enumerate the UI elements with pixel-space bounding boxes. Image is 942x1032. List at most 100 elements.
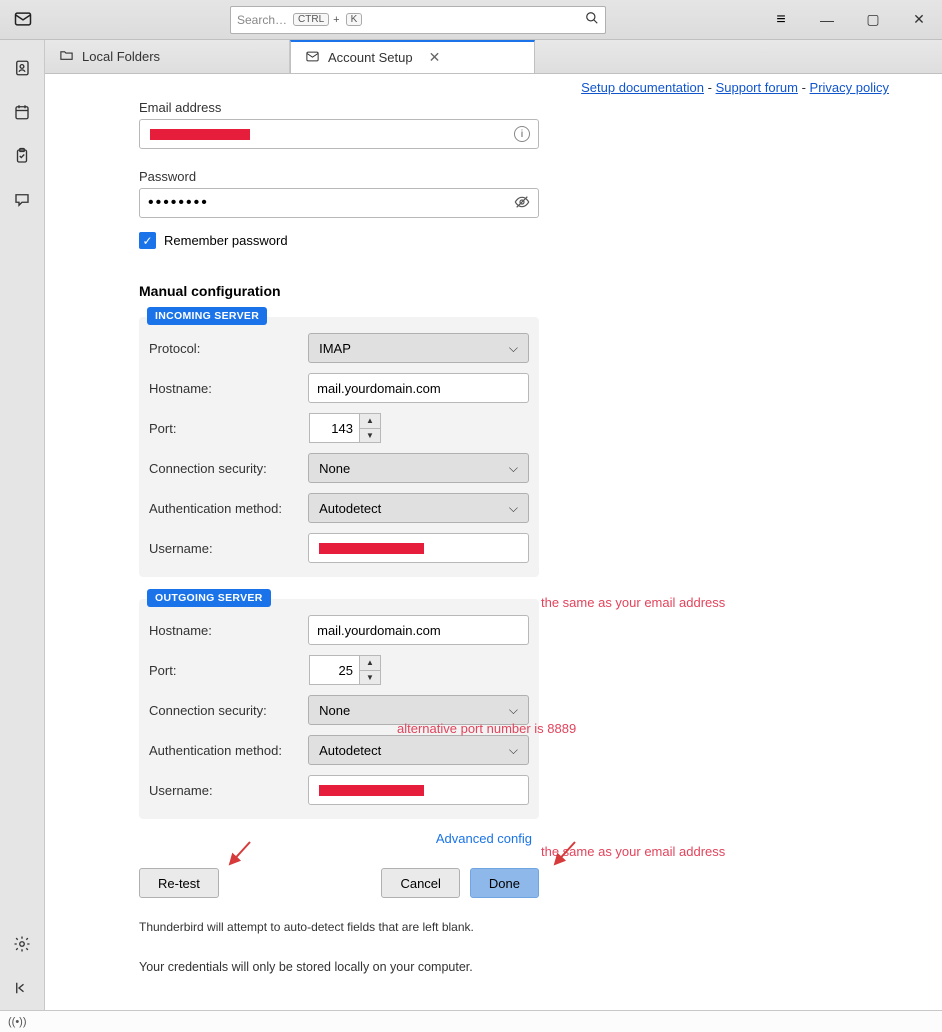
incoming-server-panel: INCOMING SERVER Protocol: IMAP ⌵ Hostnam… <box>139 317 539 577</box>
tasks-icon[interactable] <box>0 134 44 178</box>
status-indicator: ((•)) <box>8 1016 27 1028</box>
maximize-button[interactable]: ▢ <box>850 0 896 39</box>
auth-label: Authentication method: <box>149 501 308 516</box>
port-spinner[interactable]: ▲ ▼ <box>359 413 381 443</box>
chevron-down-icon: ⌵ <box>509 461 518 476</box>
password-label: Password <box>139 169 942 184</box>
remember-password-label: Remember password <box>164 233 288 248</box>
protocol-value: IMAP <box>319 341 351 356</box>
incoming-badge: INCOMING SERVER <box>147 307 267 325</box>
port-value: 143 <box>331 421 353 436</box>
tab-account-setup[interactable]: Account Setup ✕ <box>290 40 535 73</box>
chat-icon[interactable] <box>0 178 44 222</box>
hostname-label: Hostname: <box>149 381 308 396</box>
auth-value: Autodetect <box>319 743 381 758</box>
mail-space-icon[interactable] <box>9 5 37 33</box>
link-setup-doc[interactable]: Setup documentation <box>581 80 704 95</box>
collapse-icon[interactable] <box>0 966 44 1010</box>
port-label: Port: <box>149 421 309 436</box>
calendar-icon[interactable] <box>0 90 44 134</box>
global-search-input[interactable]: Search… CTRL + K <box>230 6 606 34</box>
outgoing-port-input[interactable]: 25 <box>309 655 359 685</box>
kbd-ctrl: CTRL <box>293 13 329 26</box>
window-controls: — ▢ ✕ <box>804 0 942 39</box>
status-bar: ((•)) <box>0 1010 942 1032</box>
spaces-toolbar <box>0 40 45 1010</box>
connsec-label: Connection security: <box>149 461 308 476</box>
chevron-down-icon: ⌵ <box>509 743 518 758</box>
app-menu-button[interactable]: ≡ <box>758 0 804 39</box>
tab-local-folders[interactable]: Local Folders <box>45 40 290 73</box>
retest-button[interactable]: Re-test <box>139 868 219 898</box>
hostname-value: mail.yourdomain.com <box>317 381 441 396</box>
email-input[interactable]: i <box>139 119 539 149</box>
titlebar: Search… CTRL + K ≡ — ▢ ✕ <box>0 0 942 40</box>
minimize-button[interactable]: — <box>804 0 850 39</box>
annotation-alt-port: alternative port number is 8889 <box>397 721 576 736</box>
link-support-forum[interactable]: Support forum <box>716 80 798 95</box>
tab-strip: Local Folders Account Setup ✕ <box>45 40 942 74</box>
chevron-down-icon: ⌵ <box>509 703 518 718</box>
connsec-value: None <box>319 461 350 476</box>
spinner-down-icon[interactable]: ▼ <box>360 429 380 443</box>
incoming-port-input[interactable]: 143 <box>309 413 359 443</box>
incoming-connsec-select[interactable]: None ⌵ <box>308 453 529 483</box>
info-icon[interactable]: i <box>514 126 530 142</box>
tab-close-button[interactable]: ✕ <box>429 49 441 66</box>
address-book-icon[interactable] <box>0 46 44 90</box>
link-separator: - <box>802 80 810 95</box>
email-label: Email address <box>139 100 942 115</box>
kbd-plus: + <box>333 14 339 26</box>
password-value: •••••••• <box>148 194 209 212</box>
advanced-config-link[interactable]: Advanced config <box>436 831 532 846</box>
spinner-up-icon[interactable]: ▲ <box>360 414 380 429</box>
outgoing-username-input[interactable] <box>308 775 529 805</box>
port-spinner[interactable]: ▲ ▼ <box>359 655 381 685</box>
annotation-username-in: the same as your email address <box>541 595 725 610</box>
autodetect-note: Thunderbird will attempt to auto-detect … <box>139 920 619 934</box>
auth-value: Autodetect <box>319 501 381 516</box>
toggle-password-icon[interactable] <box>514 194 530 213</box>
account-icon <box>305 49 320 67</box>
auth-label: Authentication method: <box>149 743 308 758</box>
search-icon <box>585 11 599 28</box>
button-row: Re-test Cancel Done <box>139 868 539 898</box>
protocol-label: Protocol: <box>149 341 308 356</box>
link-separator: - <box>708 80 716 95</box>
spinner-down-icon[interactable]: ▼ <box>360 671 380 685</box>
chevron-down-icon: ⌵ <box>509 501 518 516</box>
incoming-auth-select[interactable]: Autodetect ⌵ <box>308 493 529 523</box>
outgoing-server-panel: OUTGOING SERVER Hostname: mail.yourdomai… <box>139 599 539 819</box>
advanced-config-row: Advanced config <box>139 831 532 846</box>
search-placeholder: Search… <box>237 13 287 27</box>
tab-label: Account Setup <box>328 50 413 65</box>
outgoing-hostname-input[interactable]: mail.yourdomain.com <box>308 615 529 645</box>
hostname-value: mail.yourdomain.com <box>317 623 441 638</box>
outgoing-badge: OUTGOING SERVER <box>147 589 271 607</box>
close-button[interactable]: ✕ <box>896 0 942 39</box>
help-links: Setup documentation - Support forum - Pr… <box>581 80 889 95</box>
protocol-select[interactable]: IMAP ⌵ <box>308 333 529 363</box>
cancel-button[interactable]: Cancel <box>381 868 459 898</box>
kbd-k: K <box>346 13 363 26</box>
outgoing-auth-select[interactable]: Autodetect ⌵ <box>308 735 529 765</box>
done-button[interactable]: Done <box>470 868 539 898</box>
username-label: Username: <box>149 783 308 798</box>
connsec-label: Connection security: <box>149 703 308 718</box>
chevron-down-icon: ⌵ <box>509 341 518 356</box>
folder-icon <box>59 48 74 66</box>
spinner-up-icon[interactable]: ▲ <box>360 656 380 671</box>
remember-password-checkbox[interactable]: ✓ <box>139 232 156 249</box>
incoming-username-input[interactable] <box>308 533 529 563</box>
link-privacy[interactable]: Privacy policy <box>810 80 889 95</box>
username-label: Username: <box>149 541 308 556</box>
hostname-label: Hostname: <box>149 623 308 638</box>
port-label: Port: <box>149 663 309 678</box>
manual-config-heading: Manual configuration <box>139 283 942 299</box>
password-input[interactable]: •••••••• <box>139 188 539 218</box>
incoming-hostname-input[interactable]: mail.yourdomain.com <box>308 373 529 403</box>
tab-label: Local Folders <box>82 49 160 64</box>
settings-icon[interactable] <box>0 922 44 966</box>
connsec-value: None <box>319 703 350 718</box>
annotation-username-out: the same as your email address <box>541 844 725 859</box>
